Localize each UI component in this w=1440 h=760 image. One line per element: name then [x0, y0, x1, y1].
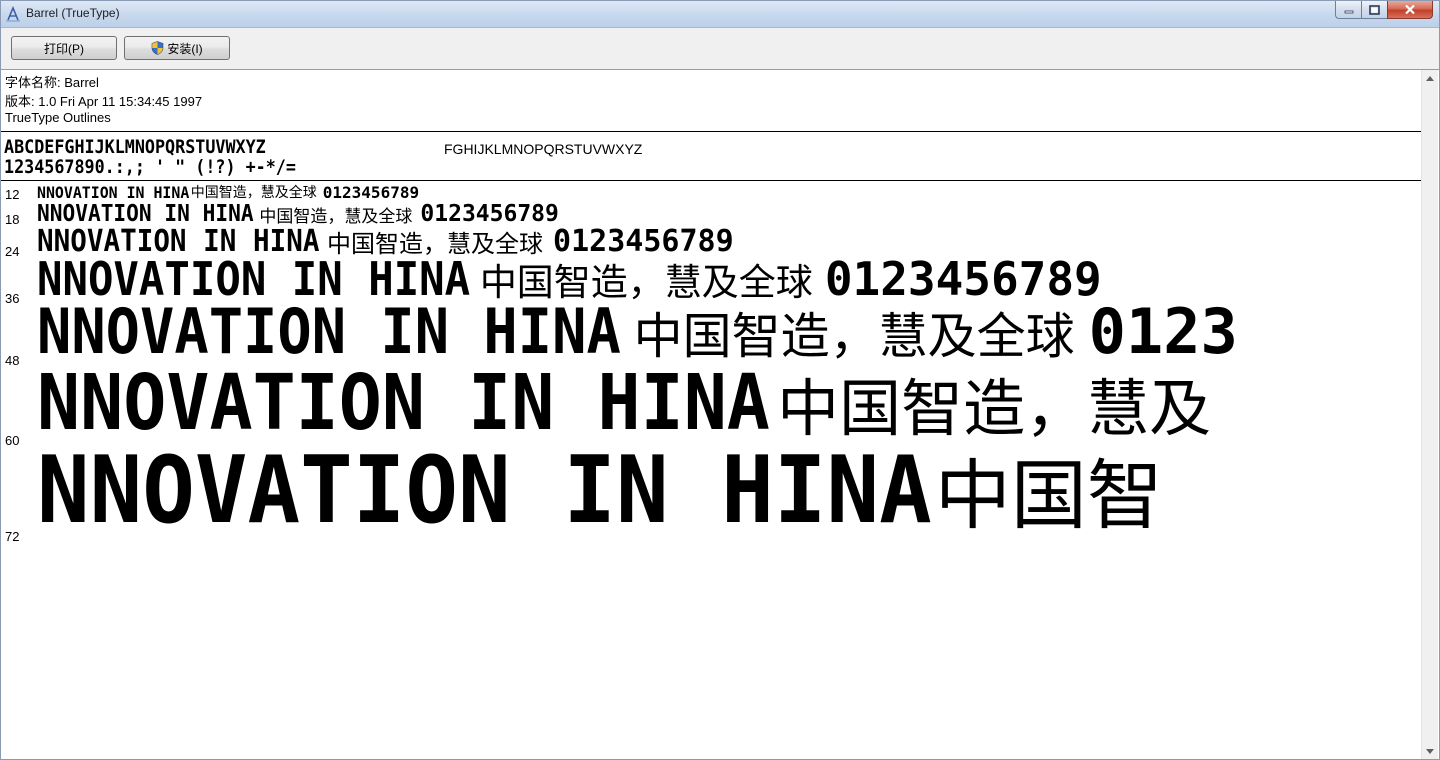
size-label: 48 — [5, 353, 20, 368]
close-button[interactable] — [1387, 1, 1433, 19]
font-preview-area[interactable]: 字体名称: Barrel 版本: 1.0 Fri Apr 11 15:34:45… — [1, 70, 1421, 759]
window-title: Barrel (TrueType) — [26, 6, 120, 20]
font-outline-line: TrueType Outlines — [5, 110, 111, 125]
separator-top — [1, 131, 1421, 132]
close-icon — [1405, 4, 1415, 15]
separator-charset — [1, 180, 1421, 181]
minimize-button[interactable] — [1335, 1, 1361, 19]
size-label: 36 — [5, 291, 20, 306]
scroll-up-arrow-icon — [1426, 76, 1434, 81]
sample-latin-text: NNOVATION IN HINA — [37, 436, 932, 544]
scroll-down-button[interactable] — [1422, 743, 1438, 759]
sample-row-12: 12 NNOVATION IN HINA 中国智造，慧及全球 012345678… — [1, 183, 419, 202]
font-viewer-icon — [6, 6, 20, 22]
print-button-label: 打印(P) — [44, 41, 84, 56]
toolbar: 打印(P) 安装(I) — [1, 28, 1439, 70]
charset-uppercase: ABCDEFGHIJKLMNOPQRSTUVWXYZ — [4, 136, 266, 158]
vertical-scrollbar[interactable] — [1421, 70, 1438, 759]
maximize-icon — [1369, 4, 1380, 15]
sample-digits-text: 0123456789 — [322, 183, 420, 202]
charset-digits-symbols: 1234567890.:,; ' " (!?) +-*/= — [4, 156, 296, 178]
font-viewer-window: Barrel (TrueType) 打印(P) 安装(I) 字体名称: Barr… — [0, 0, 1440, 760]
sample-cjk-text: 中国智 — [934, 451, 1163, 540]
shield-icon — [152, 41, 164, 55]
sample-latin-text: NNOVATION IN HINA — [37, 183, 190, 202]
size-label: 12 — [5, 187, 20, 202]
font-version-line: 版本: 1.0 Fri Apr 11 15:34:45 1997 — [5, 94, 203, 109]
window-controls — [1335, 1, 1433, 21]
sample-latin-text: NNOVATION IN HINA — [37, 359, 770, 448]
maximize-button[interactable] — [1361, 1, 1387, 19]
size-label: 60 — [5, 433, 20, 448]
size-label: 72 — [5, 529, 20, 544]
charset-plain-fallback: FGHIJKLMNOPQRSTUVWXYZ — [444, 141, 643, 157]
font-name-line: 字体名称: Barrel — [5, 75, 99, 90]
print-button[interactable]: 打印(P) — [11, 36, 117, 60]
install-button[interactable]: 安装(I) — [124, 36, 230, 60]
scroll-up-button[interactable] — [1422, 70, 1438, 87]
title-bar[interactable]: Barrel (TrueType) — [1, 1, 1439, 28]
sample-latin-text: NNOVATION IN HINA — [37, 295, 621, 368]
scroll-down-arrow-icon — [1426, 749, 1434, 754]
minimize-icon — [1344, 10, 1353, 13]
install-button-label: 安装(I) — [167, 41, 203, 56]
sample-row-72: 72 NNOVATION IN HINA 中国智 — [1, 436, 1163, 544]
sample-cjk-text: 中国智造，慧及全球 — [190, 185, 317, 201]
